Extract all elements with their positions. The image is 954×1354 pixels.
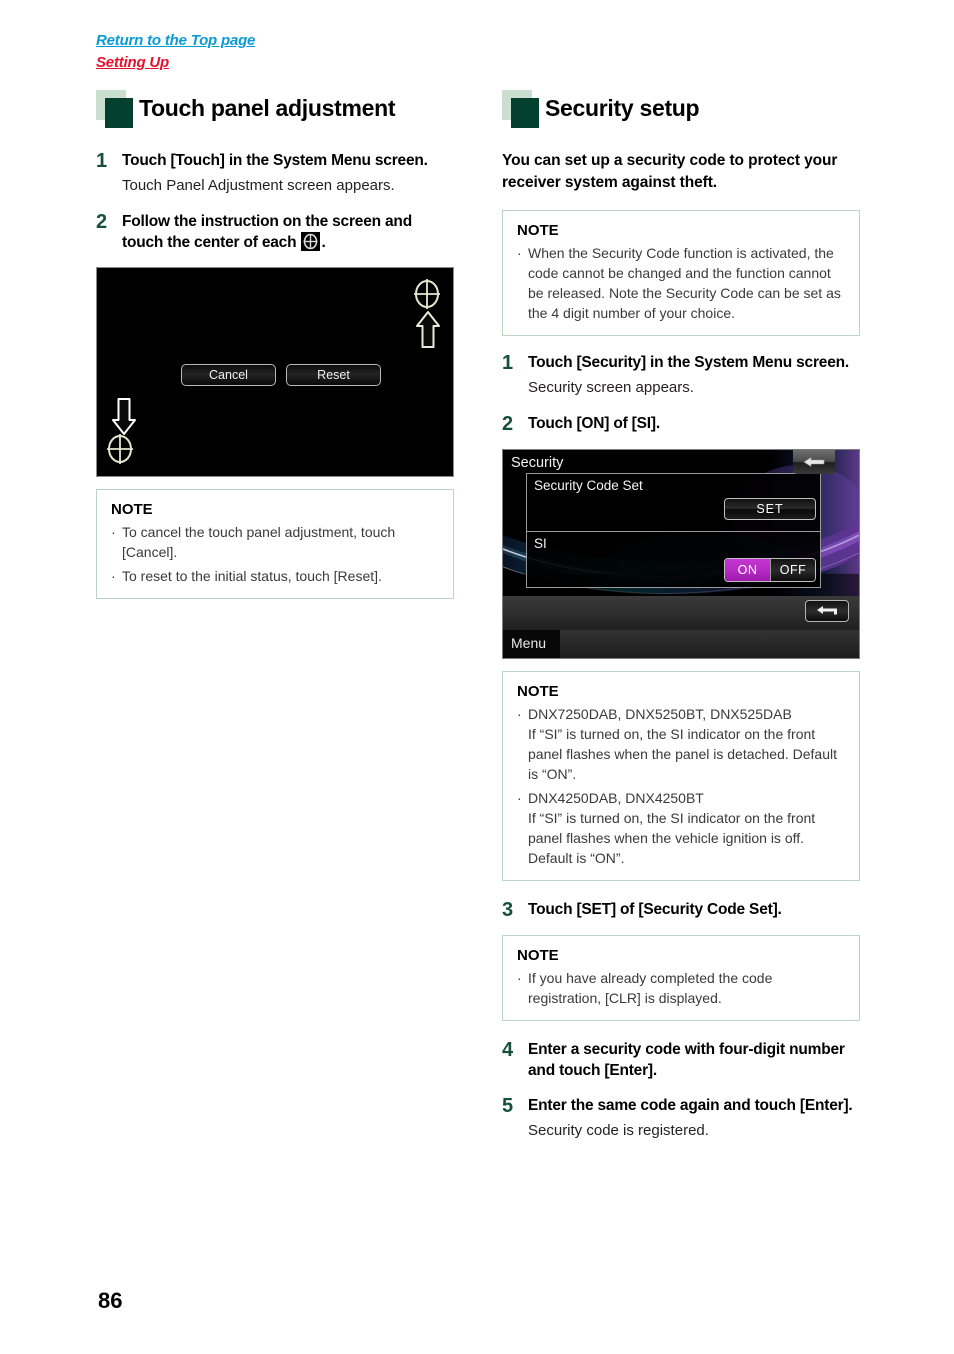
breadcrumb: Return to the Top page Setting Up xyxy=(96,30,255,74)
si-row: SI ON OFF xyxy=(527,531,820,588)
si-off-button[interactable]: OFF xyxy=(770,559,815,581)
intro-paragraph: You can set up a security code to protec… xyxy=(502,152,838,191)
step-number: 1 xyxy=(502,352,514,374)
note-box-touch-panel: NOTE · To cancel the touch panel adjustm… xyxy=(96,489,454,599)
cancel-button[interactable]: Cancel xyxy=(181,364,276,386)
note-title: NOTE xyxy=(517,947,559,964)
page-title-left: Touch panel adjustment xyxy=(139,94,396,121)
bullet-icon: · xyxy=(111,568,116,584)
note-text: When the Security Code function is activ… xyxy=(528,245,841,321)
step-number: 2 xyxy=(96,211,108,233)
screen-menu-bar: Menu xyxy=(503,630,859,658)
step-title: Touch [Touch] in the System Menu screen. xyxy=(122,152,428,169)
reset-button[interactable]: Reset xyxy=(286,364,381,386)
step-number: 4 xyxy=(502,1039,514,1061)
set-button[interactable]: SET xyxy=(724,498,816,520)
step-description: Security screen appears. xyxy=(528,379,694,396)
step-number: 2 xyxy=(502,413,514,435)
step-3-right: 3 Touch [SET] of [Security Code Set]. xyxy=(502,899,860,921)
heading-marker-icon xyxy=(96,90,142,128)
return-button[interactable] xyxy=(805,600,849,622)
step-title: Enter a security code with four-digit nu… xyxy=(528,1041,845,1079)
step-number: 5 xyxy=(502,1095,514,1117)
step-2-right: 2 Touch [ON] of [SI]. xyxy=(502,413,860,435)
step-number: 3 xyxy=(502,899,514,921)
return-arrow-icon xyxy=(817,606,837,615)
step-2-left: 2 Follow the instruction on the screen a… xyxy=(96,211,454,253)
left-arrow-icon xyxy=(803,456,825,468)
step-title: Enter the same code again and touch [Ent… xyxy=(528,1097,853,1114)
heading-marker-icon xyxy=(502,90,548,128)
step-title: Touch [SET] of [Security Code Set]. xyxy=(528,901,782,918)
security-code-set-row: Security Code Set SET xyxy=(527,474,820,531)
note-text: If you have already completed the code r… xyxy=(528,970,773,1006)
crosshair-target-icon xyxy=(301,232,321,251)
note-title: NOTE xyxy=(111,501,153,518)
note-box-security-code: NOTE · When the Security Code function i… xyxy=(502,210,860,336)
note-title: NOTE xyxy=(517,683,559,700)
step-title-tail: . xyxy=(321,234,326,251)
note-item: · When the Security Code function is act… xyxy=(517,243,845,323)
note-item: · To cancel the touch panel adjustment, … xyxy=(111,522,439,562)
row-label: Security Code Set xyxy=(534,478,643,493)
step-number: 1 xyxy=(96,150,108,172)
bullet-icon: · xyxy=(517,245,522,261)
security-screen-title: Security xyxy=(511,455,564,471)
back-arrow-button[interactable] xyxy=(793,450,835,474)
step-1-left: 1 Touch [Touch] in the System Menu scree… xyxy=(96,150,454,197)
step-description: Touch Panel Adjustment screen appears. xyxy=(122,177,395,194)
note-box-models: NOTE · DNX7250DAB, DNX5250BT, DNX525DAB … xyxy=(502,671,860,881)
bullet-icon: · xyxy=(111,524,116,540)
return-to-top-page-link[interactable]: Return to the Top page xyxy=(96,30,255,52)
left-column: Touch panel adjustment 1 Touch [Touch] i… xyxy=(96,88,454,615)
step-title: Touch [ON] of [SI]. xyxy=(528,415,660,432)
note-text: To cancel the touch panel adjustment, to… xyxy=(122,524,396,560)
menu-button[interactable]: Menu xyxy=(503,630,560,658)
note-text: DNX4250DAB, DNX4250BT If “SI” is turned … xyxy=(528,790,816,866)
si-on-button[interactable]: ON xyxy=(725,559,770,581)
bullet-icon: · xyxy=(517,790,522,806)
note-box-clr: NOTE · If you have already completed the… xyxy=(502,935,860,1021)
right-column: Security setup You can set up a security… xyxy=(502,88,860,1156)
step-1-right: 1 Touch [Security] in the System Menu sc… xyxy=(502,352,860,399)
security-settings-panel: Security Code Set SET SI ON OFF xyxy=(526,473,821,588)
bullet-icon: · xyxy=(517,706,522,722)
note-item: · DNX7250DAB, DNX5250BT, DNX525DAB If “S… xyxy=(517,704,845,784)
screen-bottom-bar xyxy=(503,596,859,630)
arrow-up-icon xyxy=(415,310,441,355)
note-text: DNX7250DAB, DNX5250BT, DNX525DAB If “SI”… xyxy=(528,706,837,782)
row-label: SI xyxy=(534,536,547,551)
si-toggle[interactable]: ON OFF xyxy=(724,558,816,582)
security-screen-screenshot: Security Security Code Set SET SI ON OFF xyxy=(502,449,860,659)
bullet-icon: · xyxy=(517,970,522,986)
step-title: Touch [Security] in the System Menu scre… xyxy=(528,354,849,371)
note-text: To reset to the initial status, touch [R… xyxy=(122,568,382,584)
note-title: NOTE xyxy=(517,222,559,239)
page-number: 86 xyxy=(98,1288,123,1313)
step-title-text: Follow the instruction on the screen and… xyxy=(122,213,412,251)
section-heading-security-setup: Security setup xyxy=(502,88,860,128)
note-item: · If you have already completed the code… xyxy=(517,968,845,1008)
crosshair-bottom-left-icon xyxy=(104,432,136,471)
note-item: · To reset to the initial status, touch … xyxy=(111,566,439,586)
step-4-right: 4 Enter a security code with four-digit … xyxy=(502,1039,860,1081)
section-heading-touch-panel: Touch panel adjustment xyxy=(96,88,454,128)
touch-panel-adjustment-screenshot: Cancel Reset xyxy=(96,267,454,477)
note-item: · DNX4250DAB, DNX4250BT If “SI” is turne… xyxy=(517,788,845,868)
document-page: Return to the Top page Setting Up Touch … xyxy=(0,0,954,1354)
page-title-right: Security setup xyxy=(545,94,700,121)
setting-up-link[interactable]: Setting Up xyxy=(96,52,255,74)
step-title: Follow the instruction on the screen and… xyxy=(122,211,454,253)
step-description: Security code is registered. xyxy=(528,1122,709,1139)
step-5-right: 5 Enter the same code again and touch [E… xyxy=(502,1095,860,1142)
